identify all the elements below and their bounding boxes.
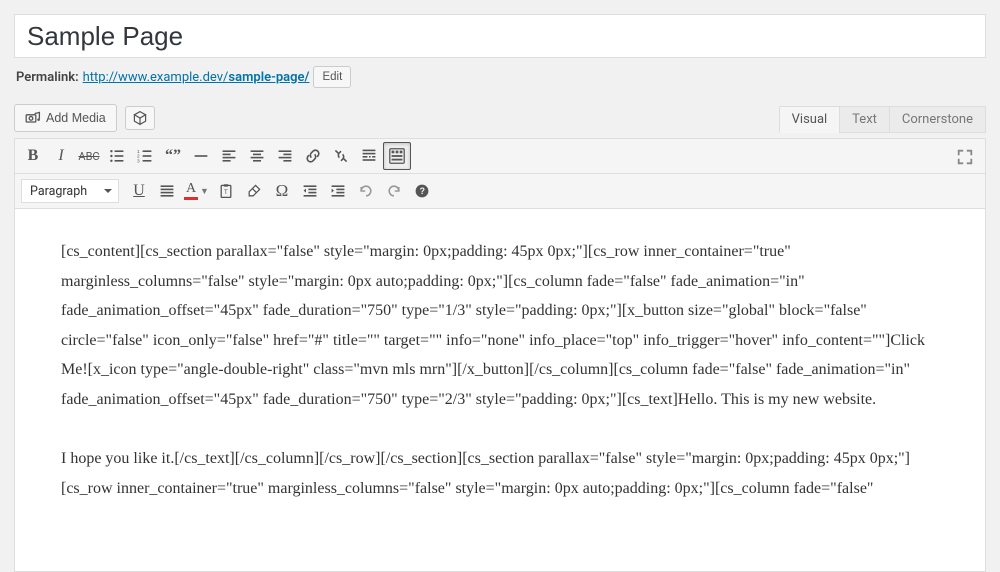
insert-more-button[interactable] — [355, 142, 383, 170]
tab-cornerstone[interactable]: Cornerstone — [889, 106, 986, 133]
camera-music-icon — [25, 110, 41, 126]
list-ol-icon: 123 — [137, 148, 153, 164]
remove-link-button[interactable] — [327, 142, 355, 170]
paste-text-button[interactable]: T — [212, 177, 240, 205]
align-right-button[interactable] — [271, 142, 299, 170]
svg-text:3: 3 — [137, 158, 140, 164]
tab-visual[interactable]: Visual — [779, 106, 841, 133]
editor-tabs: Visual Text Cornerstone — [780, 106, 986, 133]
indent-icon — [330, 183, 346, 199]
align-left-button[interactable] — [215, 142, 243, 170]
chevron-down-icon: ▼ — [198, 186, 209, 197]
permalink-row: Permalink: http://www.example.dev/sample… — [16, 66, 984, 88]
tab-text[interactable]: Text — [839, 106, 890, 133]
editor-top-row: Add Media Visual Text Cornerstone — [14, 104, 986, 132]
horizontal-rule-button[interactable] — [187, 142, 215, 170]
svg-text:T: T — [224, 189, 228, 196]
read-more-icon — [361, 148, 377, 164]
undo-button[interactable] — [352, 177, 380, 205]
outdent-button[interactable] — [296, 177, 324, 205]
clipboard-icon: T — [218, 183, 234, 199]
align-center-icon — [249, 148, 265, 164]
distraction-free-button[interactable] — [951, 143, 979, 171]
add-media-label: Add Media — [46, 108, 106, 128]
toolbar-row-2: Paragraph U A ▼ T Ω ? — [15, 174, 985, 209]
editor-container: B I ABC 123 “” — [14, 138, 986, 572]
align-right-icon — [277, 148, 293, 164]
strikethrough-button[interactable]: ABC — [75, 142, 103, 170]
bold-button[interactable]: B — [19, 142, 47, 170]
format-select[interactable]: Paragraph — [21, 179, 119, 203]
list-ul-icon — [109, 148, 125, 164]
outdent-icon — [302, 183, 318, 199]
align-justify-icon — [159, 183, 175, 199]
keyboard-help-button[interactable]: ? — [408, 177, 436, 205]
align-left-icon — [221, 148, 237, 164]
post-title-input[interactable] — [14, 14, 986, 58]
special-character-button[interactable]: Ω — [268, 177, 296, 205]
permalink-base: http://www.example.dev/ — [83, 70, 229, 85]
text-color-icon: A — [184, 182, 198, 200]
kitchen-sink-icon — [388, 147, 406, 165]
bulleted-list-button[interactable] — [103, 142, 131, 170]
blockquote-button[interactable]: “” — [159, 142, 187, 170]
unlink-icon — [333, 148, 349, 164]
redo-icon — [386, 183, 402, 199]
add-media-button[interactable]: Add Media — [14, 104, 117, 132]
permalink-edit-button[interactable]: Edit — [313, 66, 351, 88]
minus-icon — [193, 148, 209, 164]
indent-button[interactable] — [324, 177, 352, 205]
toolbar-toggle-button[interactable] — [383, 142, 411, 170]
underline-button[interactable]: U — [125, 177, 153, 205]
italic-button[interactable]: I — [47, 142, 75, 170]
text-color-button[interactable]: A ▼ — [181, 177, 212, 205]
svg-text:?: ? — [420, 186, 425, 196]
format-select-label: Paragraph — [30, 184, 87, 199]
fullscreen-icon — [956, 148, 974, 166]
permalink-slug: sample-page/ — [228, 70, 309, 85]
link-icon — [305, 148, 321, 164]
eraser-icon — [246, 183, 262, 199]
help-icon: ? — [414, 183, 430, 199]
permalink-link[interactable]: http://www.example.dev/sample-page/ — [83, 70, 310, 85]
numbered-list-button[interactable]: 123 — [131, 142, 159, 170]
undo-icon — [358, 183, 374, 199]
insert-link-button[interactable] — [299, 142, 327, 170]
toolbar-row-1: B I ABC 123 “” — [15, 139, 985, 174]
cube-icon — [132, 110, 148, 126]
permalink-label: Permalink: — [16, 70, 79, 85]
align-center-button[interactable] — [243, 142, 271, 170]
insert-shortcode-button[interactable] — [125, 106, 155, 130]
align-justify-button[interactable] — [153, 177, 181, 205]
editor-content[interactable]: [cs_content][cs_section parallax="false"… — [15, 209, 985, 571]
clear-formatting-button[interactable] — [240, 177, 268, 205]
redo-button[interactable] — [380, 177, 408, 205]
